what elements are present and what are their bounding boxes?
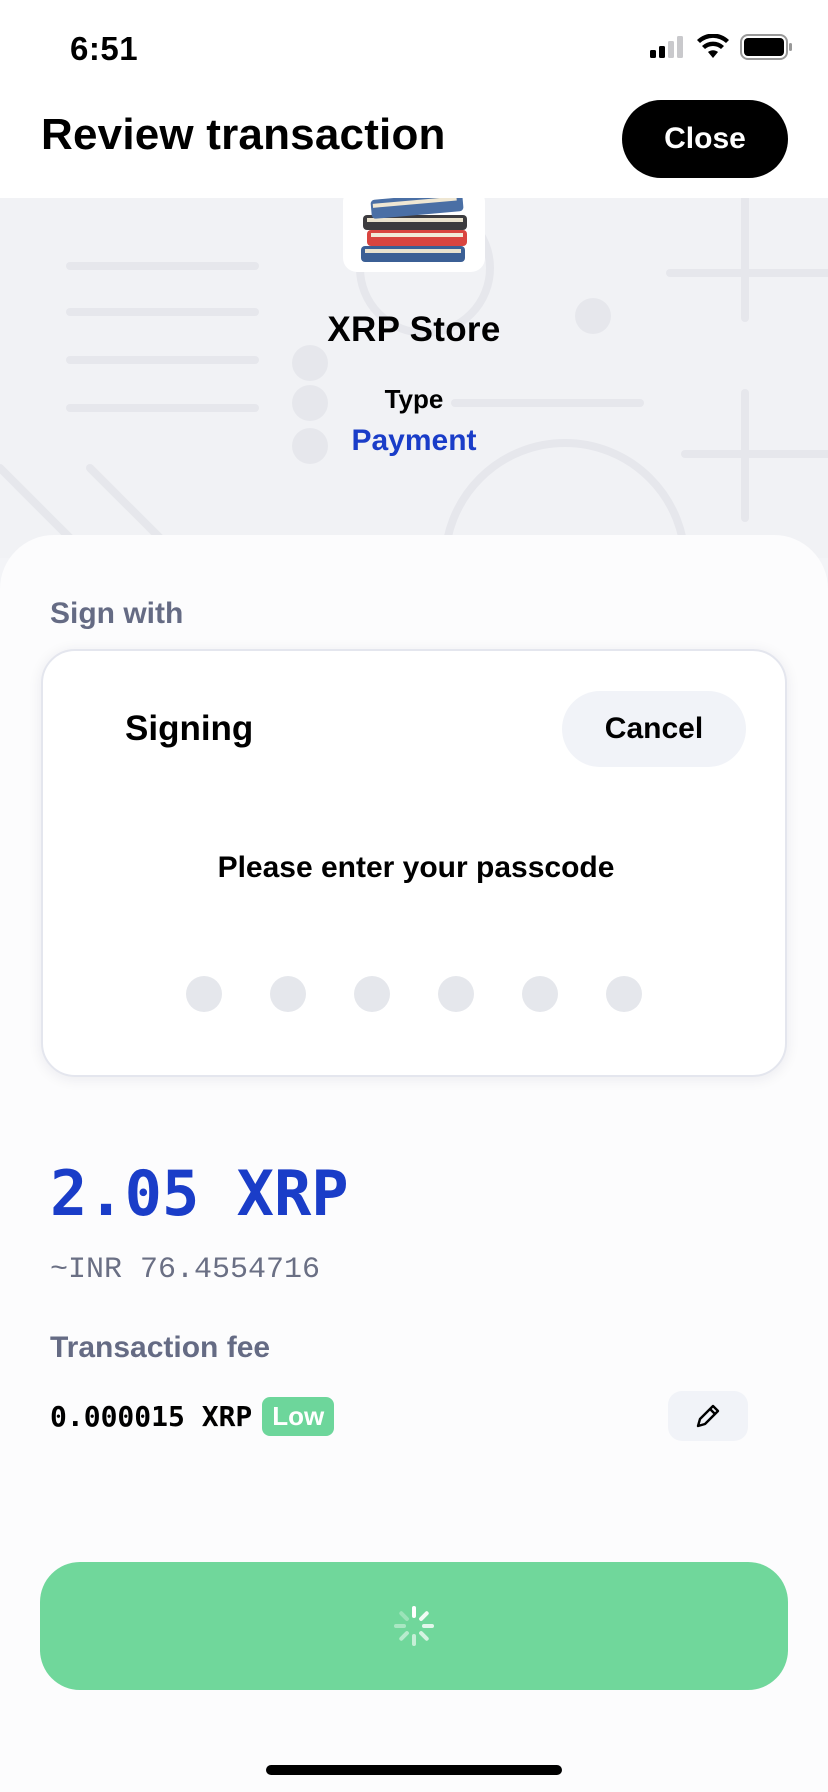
pencil-icon: [696, 1404, 720, 1428]
status-bar: 6:51: [0, 0, 828, 96]
accept-button-loading[interactable]: [40, 1562, 788, 1690]
passcode-dot: [438, 976, 474, 1012]
app-icon: [343, 198, 485, 272]
passcode-dot: [354, 976, 390, 1012]
header: Review transaction Close: [0, 96, 828, 198]
cellular-signal-icon: [650, 36, 683, 58]
fee-row: 0.000015 XRP Low: [50, 1397, 335, 1436]
passcode-dot: [186, 976, 222, 1012]
sign-with-label: Sign with: [50, 597, 184, 630]
passcode-dot: [522, 976, 558, 1012]
edit-fee-button[interactable]: [668, 1391, 748, 1441]
type-label: Type: [384, 384, 444, 414]
battery-icon: [740, 34, 792, 60]
status-time: 6:51: [70, 30, 139, 67]
signing-title: Signing: [125, 709, 254, 748]
close-button[interactable]: Close: [622, 100, 788, 178]
fee-value: 0.000015 XRP: [50, 1400, 253, 1433]
amount-value: 2.05 XRP: [50, 1157, 349, 1230]
fee-level-badge: Low: [262, 1397, 335, 1436]
details-sheet: Sign with Signing Cancel Please enter yo…: [0, 535, 828, 1792]
fee-label: Transaction fee: [50, 1331, 271, 1364]
status-icons: [650, 34, 794, 60]
passcode-input[interactable]: [186, 976, 642, 1012]
spinner-icon: [394, 1606, 434, 1646]
passcode-dot: [270, 976, 306, 1012]
books-icon: [361, 198, 467, 262]
page-title: Review transaction: [41, 110, 446, 159]
fiat-value: ~INR 76.4554716: [50, 1253, 321, 1287]
transaction-summary: XRP Store Type Payment: [0, 198, 828, 558]
wifi-icon: [697, 34, 729, 58]
signing-dialog: Signing Cancel Please enter your passcod…: [41, 649, 787, 1077]
passcode-dot: [606, 976, 642, 1012]
app-name: XRP Store: [327, 310, 501, 349]
cancel-button[interactable]: Cancel: [562, 691, 746, 767]
type-value: Payment: [351, 424, 477, 457]
home-indicator: [266, 1765, 562, 1775]
passcode-prompt: Please enter your passcode: [217, 851, 615, 884]
